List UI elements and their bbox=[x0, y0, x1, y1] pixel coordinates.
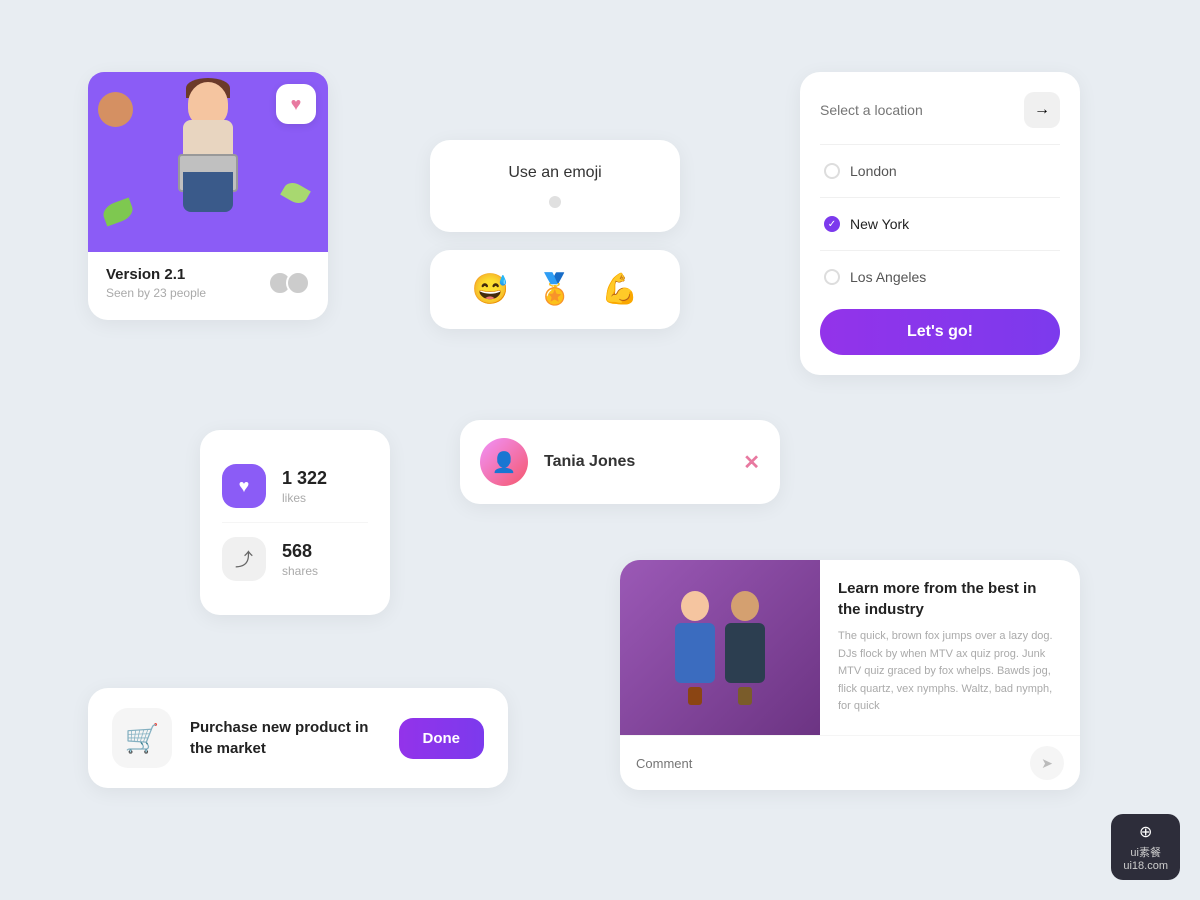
profile-name: Tania Jones bbox=[544, 453, 727, 471]
figures-3d bbox=[665, 581, 775, 715]
deco-leaf1 bbox=[100, 197, 135, 226]
location-option-london[interactable]: London bbox=[820, 153, 1060, 189]
radio-newyork bbox=[824, 216, 840, 232]
location-arrow-button[interactable]: → bbox=[1024, 92, 1060, 128]
shares-icon-box: ⤴ bbox=[222, 537, 266, 581]
figure-2 bbox=[725, 591, 765, 705]
likes-count: 1 322 bbox=[282, 468, 327, 489]
done-button[interactable]: Done bbox=[399, 718, 485, 759]
version-card-image: ♥ bbox=[88, 72, 328, 252]
cart-icon: 🛒 bbox=[125, 722, 160, 755]
version-title: Version 2.1 bbox=[106, 266, 206, 283]
radio-london bbox=[824, 163, 840, 179]
learn-card-content: Learn more from the best in the industry… bbox=[820, 560, 1080, 735]
emoji-laugh[interactable]: 😅 bbox=[472, 272, 509, 307]
likes-label: likes bbox=[282, 491, 327, 505]
heart-badge[interactable]: ♥ bbox=[276, 84, 316, 124]
task-title: Purchase new product in the market bbox=[190, 717, 381, 759]
task-icon-box: 🛒 bbox=[112, 708, 172, 768]
close-button[interactable]: ✕ bbox=[743, 450, 760, 475]
learn-card: Learn more from the best in the industry… bbox=[620, 560, 1080, 790]
shares-label: shares bbox=[282, 564, 318, 578]
emoji-medal[interactable]: 🏅 bbox=[536, 272, 573, 307]
location-losangeles-label: Los Angeles bbox=[850, 269, 926, 285]
share-icon: ⤴ bbox=[235, 546, 253, 572]
avatar-icon: 👤 bbox=[492, 450, 517, 475]
version-card-body: Version 2.1 Seen by 23 people bbox=[88, 252, 328, 300]
send-button[interactable]: ➤ bbox=[1030, 746, 1064, 780]
emoji-title-card: Use an emoji bbox=[430, 140, 680, 232]
profile-avatar: 👤 bbox=[480, 438, 528, 486]
location-option-newyork[interactable]: New York bbox=[820, 206, 1060, 242]
emoji-grid-card: 😅 🏅 💪 bbox=[430, 250, 680, 329]
comment-bar: ➤ bbox=[620, 735, 1080, 790]
learn-card-top: Learn more from the best in the industry… bbox=[620, 560, 1080, 735]
heart-icon: ♥ bbox=[291, 94, 302, 115]
likes-row: ♥ 1 322 likes bbox=[222, 454, 368, 518]
learn-card-body: The quick, brown fox jumps over a lazy d… bbox=[838, 628, 1062, 716]
likes-icon-box: ♥ bbox=[222, 464, 266, 508]
location-card: → London New York Los Angeles Let's go! bbox=[800, 72, 1080, 375]
stats-divider bbox=[222, 522, 368, 523]
location-search-input[interactable] bbox=[820, 102, 1014, 118]
stats-card: ♥ 1 322 likes ⤴ 568 shares bbox=[200, 430, 390, 615]
radio-losangeles bbox=[824, 269, 840, 285]
watermark: ⊕ ui素餐 ui18.com bbox=[1111, 814, 1180, 880]
comment-input[interactable] bbox=[636, 756, 1022, 771]
character-3d bbox=[148, 82, 268, 242]
send-icon: ➤ bbox=[1041, 755, 1053, 772]
emoji-card-title: Use an emoji bbox=[458, 164, 652, 182]
heart-icon: ♥ bbox=[239, 476, 250, 497]
watermark-line2: ui18.com bbox=[1123, 860, 1168, 872]
lets-go-button[interactable]: Let's go! bbox=[820, 309, 1060, 355]
location-search-bar: → bbox=[820, 92, 1060, 128]
location-divider-2 bbox=[820, 197, 1060, 198]
task-text: Purchase new product in the market bbox=[190, 717, 381, 759]
version-card: ♥ Version 2.1 Seen by 23 people bbox=[88, 72, 328, 320]
learn-card-title: Learn more from the best in the industry bbox=[838, 578, 1062, 620]
shares-count: 568 bbox=[282, 541, 318, 562]
location-divider-1 bbox=[820, 144, 1060, 145]
shares-row: ⤴ 568 shares bbox=[222, 527, 368, 591]
avatar-2 bbox=[286, 271, 310, 295]
location-london-label: London bbox=[850, 163, 897, 179]
location-option-losangeles[interactable]: Los Angeles bbox=[820, 259, 1060, 295]
watermark-line1: ui素餐 bbox=[1130, 844, 1161, 860]
watermark-icon: ⊕ bbox=[1139, 822, 1152, 842]
location-newyork-label: New York bbox=[850, 216, 909, 232]
location-divider-3 bbox=[820, 250, 1060, 251]
deco-leaf2 bbox=[280, 179, 311, 207]
emoji-dot-indicator bbox=[549, 196, 561, 208]
learn-card-image bbox=[620, 560, 820, 735]
emoji-muscle[interactable]: 💪 bbox=[601, 272, 638, 307]
task-card: 🛒 Purchase new product in the market Don… bbox=[88, 688, 508, 788]
version-subtitle: Seen by 23 people bbox=[106, 286, 206, 300]
figure-1 bbox=[675, 591, 715, 705]
arrow-right-icon: → bbox=[1034, 101, 1050, 119]
deco-orange bbox=[98, 92, 133, 127]
avatar-group bbox=[274, 271, 310, 295]
profile-card: 👤 Tania Jones ✕ bbox=[460, 420, 780, 504]
